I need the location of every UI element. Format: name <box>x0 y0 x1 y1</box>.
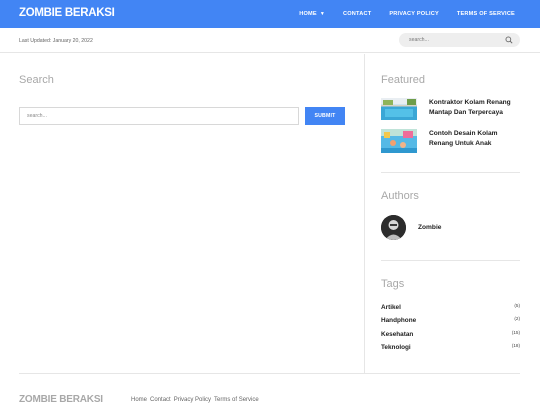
tag-item[interactable]: Kesehatan (15) <box>381 330 520 341</box>
nav-home-label: HOME <box>299 11 317 17</box>
header-search-input[interactable]: search... <box>399 33 520 47</box>
footer-divider <box>19 373 520 374</box>
site-brand[interactable]: ZOMBIE BERAKSI <box>19 7 115 19</box>
avatar[interactable] <box>381 215 406 240</box>
pool-image <box>381 98 417 120</box>
nav-terms-of-service[interactable]: TERMS OF SERVICE <box>457 11 515 17</box>
sidebar-divider <box>381 172 520 173</box>
sub-header: Last Updated: January 20, 2022 search... <box>0 28 540 53</box>
footer-link-contact[interactable]: Contact <box>150 397 171 403</box>
main-nav: HOME ▼ CONTACT PRIVACY POLICY TERMS OF S… <box>299 0 540 28</box>
author-avatar-image <box>381 215 406 240</box>
footer-link-terms-of-service[interactable]: Terms of Service <box>214 397 259 403</box>
sidebar-divider <box>381 260 520 261</box>
tag-item[interactable]: Handphone (2) <box>381 316 520 327</box>
kids-pool-image <box>381 129 417 153</box>
featured-title[interactable]: Contoh Desain Kolam Renang Untuk Anak <box>429 129 521 148</box>
top-navbar: ZOMBIE BERAKSI HOME ▼ CONTACT PRIVACY PO… <box>0 0 540 28</box>
page-title: Search <box>19 74 54 86</box>
tag-item[interactable]: Teknologi (18) <box>381 343 520 354</box>
kids-pool-thumbnail[interactable] <box>381 129 417 153</box>
authors-heading: Authors <box>381 190 419 202</box>
chevron-down-icon: ▼ <box>319 11 326 17</box>
column-divider <box>364 54 365 373</box>
footer-link-home[interactable]: Home <box>131 397 147 403</box>
footer-brand[interactable]: ZOMBIE BERAKSI <box>19 394 103 405</box>
tag-count: (18) <box>511 343 520 348</box>
footer-link-privacy-policy[interactable]: Privacy Policy <box>174 397 211 403</box>
last-updated-text: Last Updated: January 20, 2022 <box>19 38 93 44</box>
header-search-placeholder: search... <box>409 37 429 43</box>
tag-count: (15) <box>511 330 520 335</box>
tag-count: (2) <box>514 316 520 321</box>
footer-links: Home Contact Privacy Policy Terms of Ser… <box>131 397 262 403</box>
tag-name[interactable]: Teknologi <box>381 344 411 351</box>
tag-name[interactable]: Handphone <box>381 317 416 324</box>
tag-item[interactable]: Artikel (5) <box>381 303 520 314</box>
featured-heading: Featured <box>381 74 426 86</box>
tags-heading: Tags <box>381 278 405 290</box>
nav-contact[interactable]: CONTACT <box>343 11 371 17</box>
nav-home[interactable]: HOME ▼ <box>299 11 325 17</box>
featured-item[interactable]: Contoh Desain Kolam Renang Untuk Anak <box>381 129 521 153</box>
submit-button[interactable]: SUBMIT <box>305 107 345 125</box>
nav-privacy-policy[interactable]: PRIVACY POLICY <box>389 11 439 17</box>
search-input-placeholder: search... <box>27 113 47 119</box>
featured-title[interactable]: Kontraktor Kolam Renang Mantap Dan Terpe… <box>429 98 521 117</box>
tag-name[interactable]: Kesehatan <box>381 331 413 338</box>
pool-thumbnail[interactable] <box>381 98 417 120</box>
featured-item[interactable]: Kontraktor Kolam Renang Mantap Dan Terpe… <box>381 98 521 122</box>
search-icon[interactable] <box>505 36 513 44</box>
tag-name[interactable]: Artikel <box>381 304 401 311</box>
tag-count: (5) <box>514 303 520 308</box>
author-name[interactable]: Zombie <box>418 224 441 231</box>
search-input[interactable]: search... <box>19 107 299 125</box>
